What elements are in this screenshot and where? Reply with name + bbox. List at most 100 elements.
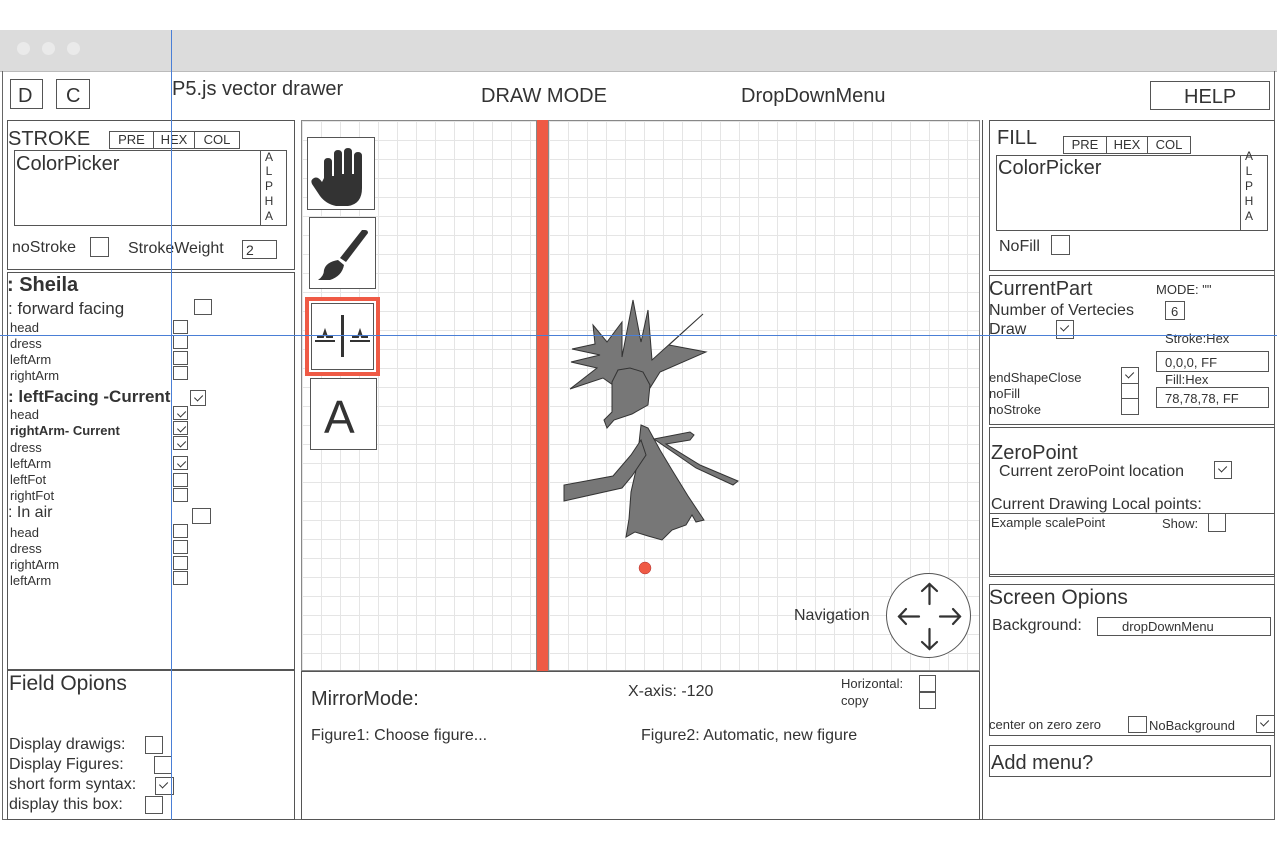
- part-checkbox[interactable]: [173, 421, 188, 435]
- fill-hex-label: Fill:Hex: [1165, 372, 1209, 387]
- part-checkbox[interactable]: [173, 571, 188, 585]
- no-stroke-checkbox[interactable]: [90, 237, 109, 257]
- stroke-tab-col[interactable]: COL: [194, 131, 240, 149]
- part-label[interactable]: rightArm- Current: [10, 424, 120, 437]
- part-checkbox[interactable]: [173, 335, 188, 349]
- part-label[interactable]: leftArm: [10, 574, 51, 587]
- end-shape-close-checkbox[interactable]: [1121, 367, 1139, 384]
- field-option-checkbox[interactable]: [154, 756, 172, 774]
- part-label[interactable]: rightFot: [10, 489, 54, 502]
- group-label[interactable]: : leftFacing -Current: [8, 388, 170, 405]
- stroke-weight-input[interactable]: 2: [242, 240, 277, 259]
- alpha-letter: A: [1244, 149, 1253, 163]
- stroke-weight-label: StrokeWeight: [128, 240, 224, 257]
- mirror-tool-button[interactable]: [305, 297, 380, 376]
- vertices-value: 6: [1171, 304, 1179, 319]
- part-label[interactable]: head: [10, 408, 39, 421]
- text-tool-button[interactable]: A: [310, 378, 377, 450]
- add-menu-button[interactable]: Add menu?: [989, 745, 1271, 777]
- group-checkbox[interactable]: [194, 299, 212, 315]
- stroke-weight-value: 2: [246, 242, 254, 258]
- part-checkbox[interactable]: [173, 406, 188, 420]
- current-part-title: CurrentPart: [989, 278, 1093, 300]
- part-label[interactable]: rightArm: [10, 558, 59, 571]
- fill-tab-col[interactable]: COL: [1147, 136, 1191, 154]
- part-label[interactable]: head: [10, 321, 39, 334]
- group-label[interactable]: : In air: [8, 505, 52, 521]
- zero-point-title: ZeroPoint: [991, 442, 1078, 464]
- window-minimize-dot[interactable]: [42, 42, 55, 55]
- draw-checkbox[interactable]: [1056, 320, 1074, 339]
- stroke-hex-value: 0,0,0, FF: [1165, 355, 1218, 370]
- part-checkbox[interactable]: [173, 456, 188, 470]
- stroke-tab-pre[interactable]: PRE: [109, 131, 154, 149]
- figure-drawing[interactable]: [555, 295, 775, 585]
- vertical-guide-line: [171, 30, 172, 820]
- field-option-checkbox[interactable]: [145, 736, 163, 754]
- fill-alpha-slider[interactable]: A L P H A: [1240, 149, 1268, 231]
- part-checkbox[interactable]: [173, 473, 188, 487]
- alpha-letter: A: [264, 209, 273, 223]
- stroke-tab-hex[interactable]: HEX: [153, 131, 195, 149]
- window-close-dot[interactable]: [17, 42, 30, 55]
- center-zero-checkbox[interactable]: [1128, 716, 1147, 733]
- mirror-mode-label: MirrorMode:: [311, 688, 419, 710]
- part-checkbox[interactable]: [173, 488, 188, 502]
- part-checkbox[interactable]: [173, 556, 188, 570]
- dropdown-menu[interactable]: DropDownMenu: [741, 86, 886, 106]
- part-label[interactable]: head: [10, 526, 39, 539]
- part-label[interactable]: dress: [10, 441, 42, 454]
- navigation-label: Navigation: [794, 607, 870, 624]
- fill-picker-label: ColorPicker: [998, 157, 1102, 179]
- stroke-alpha-slider[interactable]: A L P H A: [260, 150, 287, 226]
- fill-hex-input[interactable]: 78,78,78, FF: [1156, 387, 1269, 408]
- part-label[interactable]: leftArm: [10, 457, 51, 470]
- part-label[interactable]: dress: [10, 337, 42, 350]
- horizontal-checkbox[interactable]: [919, 675, 936, 692]
- show-checkbox[interactable]: [1208, 513, 1226, 532]
- group-checkbox[interactable]: [192, 508, 211, 524]
- hand-tool-button[interactable]: [307, 137, 375, 210]
- part-checkbox[interactable]: [173, 351, 188, 365]
- d-button-label: D: [18, 85, 33, 107]
- part-label[interactable]: leftFot: [10, 473, 46, 486]
- brush-tool-button[interactable]: [309, 217, 376, 289]
- field-option-label: display this box:: [9, 796, 123, 813]
- mirror-icon: [315, 315, 370, 357]
- alpha-letter: H: [264, 194, 274, 208]
- zero-point-location-checkbox[interactable]: [1214, 461, 1232, 479]
- no-background-checkbox[interactable]: [1256, 715, 1275, 733]
- background-dropdown[interactable]: dropDownMenu: [1097, 617, 1271, 636]
- c-button-label: C: [66, 85, 81, 107]
- fill-tab-hex[interactable]: HEX: [1106, 136, 1148, 154]
- stroke-hex-input[interactable]: 0,0,0, FF: [1156, 351, 1269, 372]
- no-stroke-part-checkbox[interactable]: [1121, 398, 1139, 415]
- group-label[interactable]: : forward facing: [8, 300, 124, 317]
- c-button[interactable]: C: [56, 79, 90, 109]
- part-checkbox[interactable]: [173, 436, 188, 450]
- zero-point-marker[interactable]: [638, 561, 652, 575]
- copy-checkbox[interactable]: [919, 692, 936, 709]
- navigation-control[interactable]: [886, 573, 971, 658]
- group-checkbox[interactable]: [190, 390, 206, 406]
- help-button[interactable]: HELP: [1150, 81, 1270, 110]
- part-label[interactable]: rightArm: [10, 369, 59, 382]
- part-checkbox[interactable]: [173, 366, 188, 380]
- figure2-select[interactable]: Figure2: Automatic, new figure: [641, 728, 857, 744]
- part-checkbox[interactable]: [173, 524, 188, 538]
- right-column-divider: [982, 120, 983, 820]
- window-maximize-dot[interactable]: [67, 42, 80, 55]
- figure1-select[interactable]: Figure1: Choose figure...: [311, 728, 487, 744]
- field-option-checkbox[interactable]: [145, 796, 163, 814]
- part-checkbox[interactable]: [173, 540, 188, 554]
- d-button[interactable]: D: [10, 79, 43, 109]
- alpha-letter: L: [265, 164, 273, 178]
- vertices-input[interactable]: 6: [1165, 301, 1185, 320]
- no-fill-checkbox[interactable]: [1051, 235, 1070, 255]
- part-checkbox[interactable]: [173, 320, 188, 334]
- part-label[interactable]: dress: [10, 542, 42, 555]
- zero-point-location-label: Current zeroPoint location: [999, 463, 1184, 480]
- fill-tab-pre[interactable]: PRE: [1063, 136, 1107, 154]
- part-label[interactable]: leftArm: [10, 353, 51, 366]
- mirror-axis-line[interactable]: [536, 120, 549, 672]
